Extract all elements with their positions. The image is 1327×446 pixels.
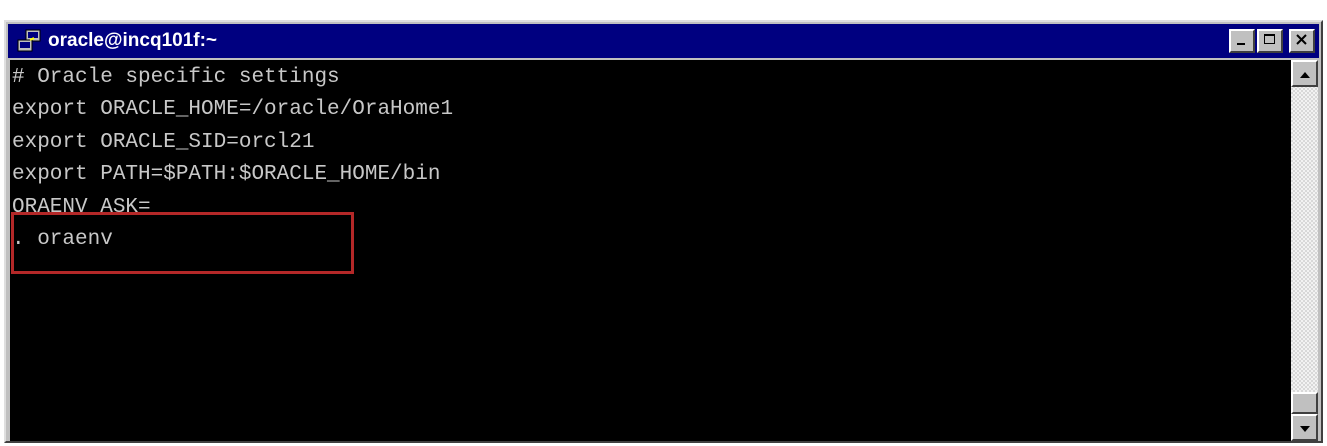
close-button[interactable]	[1289, 29, 1315, 53]
terminal-line: export PATH=$PATH:$ORACLE_HOME/bin	[12, 163, 441, 187]
minimize-button[interactable]	[1229, 29, 1255, 53]
arrow-down-icon	[1299, 418, 1311, 437]
terminal-line: # Oracle specific settings	[12, 66, 340, 89]
title-bar[interactable]: oracle@incq101f:~	[8, 24, 1319, 58]
maximize-icon	[1263, 32, 1277, 51]
terminal-line: export ORACLE_SID=orcl21	[12, 130, 315, 154]
terminal-window: oracle@incq101f:~ # Oracle specific sett…	[4, 20, 1323, 443]
scroll-down-button[interactable]	[1291, 414, 1318, 441]
window-title: oracle@incq101f:~	[48, 30, 218, 51]
scroll-up-button[interactable]	[1291, 60, 1318, 87]
maximize-button[interactable]	[1257, 29, 1283, 53]
highlight-annotation-box	[11, 212, 354, 274]
terminal-line: export ORACLE_HOME=/oracle/OraHome1	[12, 98, 454, 122]
minimize-icon	[1235, 32, 1249, 51]
putty-terminal-icon[interactable]	[16, 29, 42, 53]
terminal-screen[interactable]: # Oracle specific settings export ORACLE…	[10, 60, 1291, 441]
close-icon	[1295, 32, 1309, 51]
scrollbar-thumb[interactable]	[1291, 392, 1318, 414]
vertical-scrollbar[interactable]	[1291, 60, 1318, 441]
arrow-up-icon	[1299, 64, 1311, 83]
